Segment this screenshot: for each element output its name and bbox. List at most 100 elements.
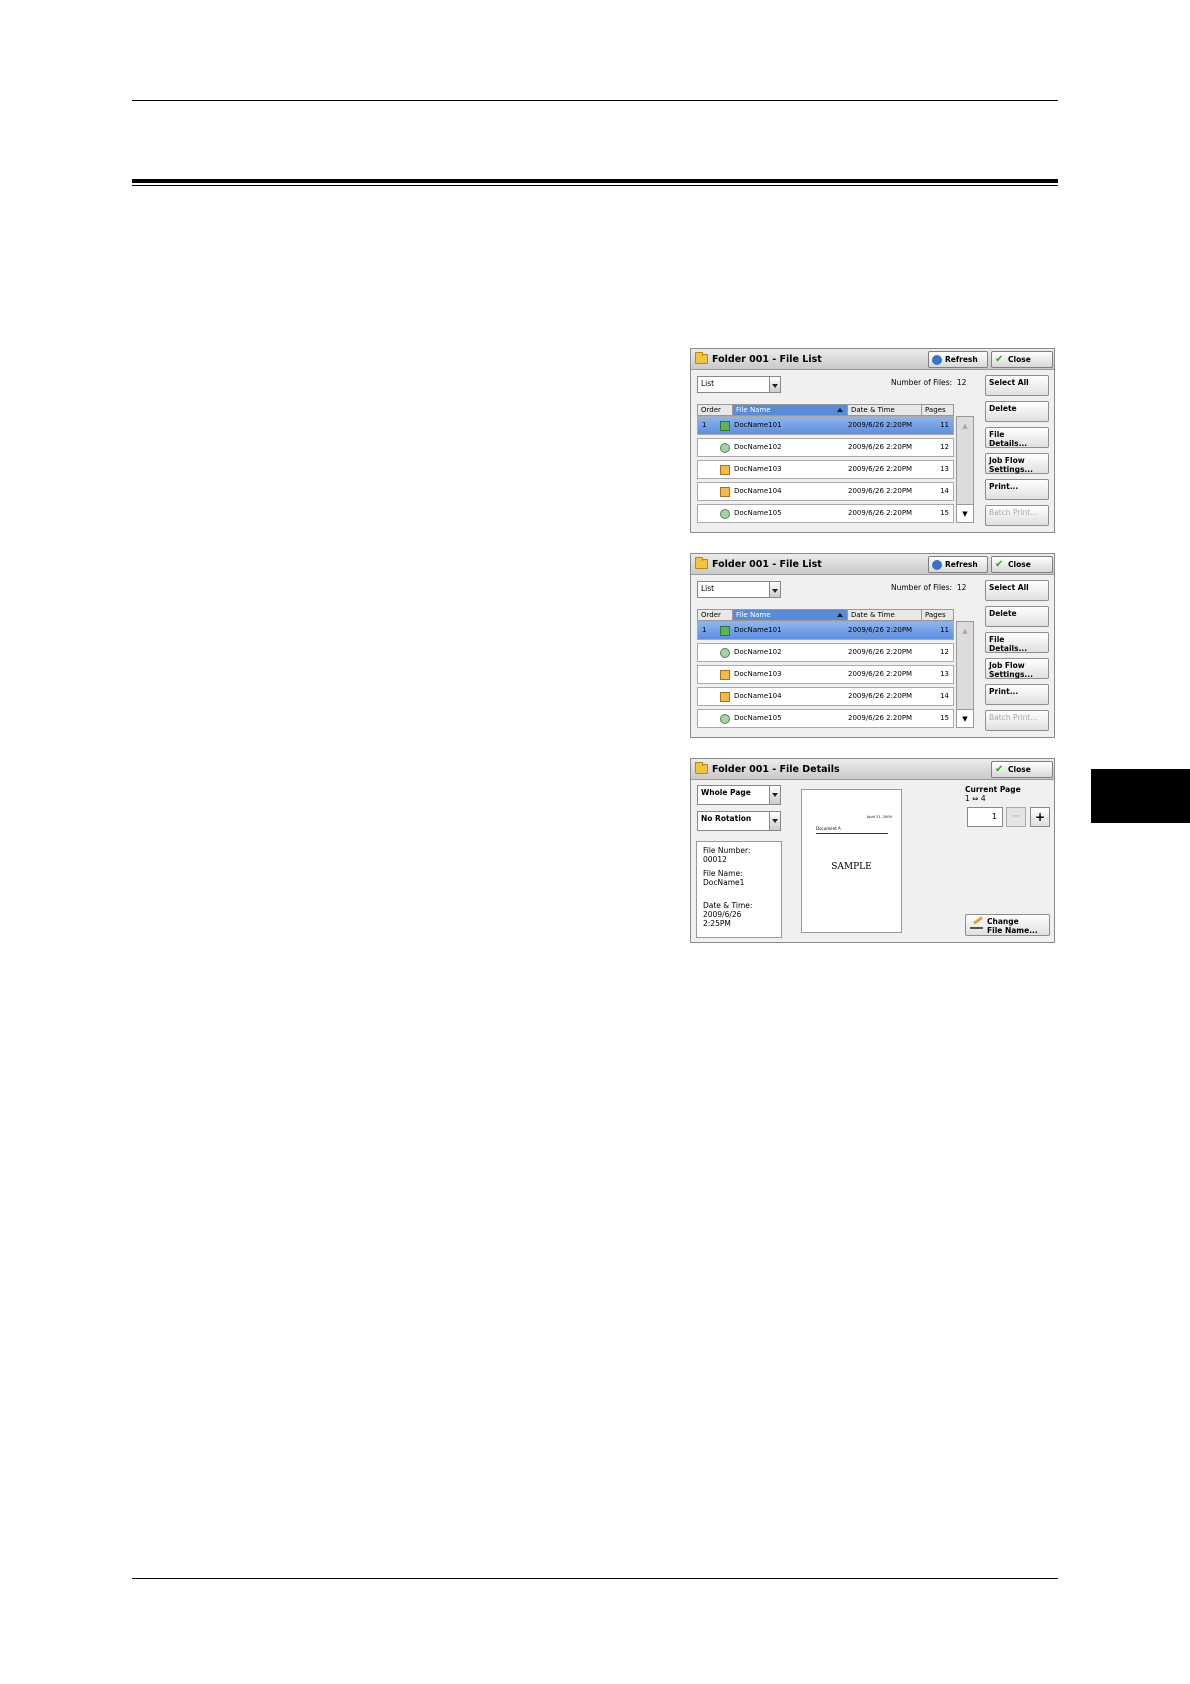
page-preview: April 31, 2009 Document A SAMPLE [801, 789, 902, 933]
chevron-down-icon[interactable] [769, 785, 781, 805]
file-details-button[interactable]: File Details... [985, 632, 1049, 653]
table-row[interactable]: 1 DocName101 2009/6/26 2:20PM 11 [697, 621, 954, 640]
disc-doc-icon [720, 443, 730, 453]
page-range: 1 ⇔ 4 [965, 794, 986, 803]
table-row[interactable]: DocName103 2009/6/26 2:20PM 13 [697, 460, 954, 479]
print-button[interactable]: Print... [985, 479, 1049, 500]
table-row[interactable]: DocName103 2009/6/26 2:20PM 13 [697, 665, 954, 684]
file-details-panel: Folder 001 - File Details ✔ Close Whole P… [690, 758, 1055, 943]
page-decrement-button: − [1006, 807, 1026, 827]
current-page-label: Current Page [965, 785, 1021, 794]
file-number: 00012 [703, 855, 727, 864]
box-doc-icon [720, 692, 730, 702]
date-label: Date & Time: [703, 901, 753, 910]
file-name-label: File Name: [703, 869, 743, 878]
table-row[interactable]: DocName105 2009/6/26 2:20PM 15 [697, 709, 954, 728]
delete-button[interactable]: Delete [985, 606, 1049, 627]
column-order[interactable]: Order [697, 609, 733, 621]
header-rule [132, 100, 1058, 101]
chapter-tab [1091, 769, 1190, 823]
batch-print-button: Batch Print... [985, 710, 1049, 731]
close-button[interactable]: ✔ Close [991, 761, 1053, 778]
preview-date: April 31, 2009 [867, 815, 892, 819]
view-select[interactable]: List [697, 376, 781, 393]
page-view-select[interactable]: Whole Page [697, 785, 781, 805]
column-pages[interactable]: Pages [921, 609, 954, 621]
view-select[interactable]: List [697, 581, 781, 598]
manual-page: Folder 001 - File List Refresh ✔ Close Li… [0, 0, 1190, 1684]
panel-title: Folder 001 - File List [712, 559, 822, 570]
number-of-files: Number of Files: 12 [891, 583, 967, 592]
scrollbar[interactable]: ▲ ▼ [956, 416, 974, 523]
select-all-button[interactable]: Select All [985, 375, 1049, 396]
batch-print-button: Batch Print... [985, 505, 1049, 526]
refresh-button[interactable]: Refresh [928, 556, 988, 573]
page-increment-button[interactable]: + [1030, 807, 1050, 827]
panel-title: Folder 001 - File List [712, 354, 822, 365]
preview-heading: Document A [816, 826, 841, 831]
check-icon: ✔ [995, 764, 1004, 775]
preview-sample-text: SAMPLE [831, 862, 872, 872]
scroll-down-icon[interactable]: ▼ [957, 504, 973, 522]
table-row[interactable]: DocName102 2009/6/26 2:20PM 12 [697, 438, 954, 457]
scroll-down-icon[interactable]: ▼ [957, 709, 973, 727]
column-date-time[interactable]: Date & Time [847, 609, 922, 621]
table-row[interactable]: DocName102 2009/6/26 2:20PM 12 [697, 643, 954, 662]
check-icon: ✔ [995, 354, 1004, 365]
table-row[interactable]: DocName105 2009/6/26 2:20PM 15 [697, 504, 954, 523]
scan-doc-icon [720, 421, 730, 431]
box-doc-icon [720, 670, 730, 680]
refresh-icon [932, 560, 942, 570]
scrollbar[interactable]: ▲ ▼ [956, 621, 974, 728]
job-flow-settings-button[interactable]: Job Flow Settings... [985, 658, 1049, 679]
pencil-icon [970, 921, 983, 929]
change-file-name-button[interactable]: Change File Name... [965, 914, 1050, 936]
file-name: DocName1 [703, 878, 745, 887]
file-details-button[interactable]: File Details... [985, 427, 1049, 448]
panel-title: Folder 001 - File Details [712, 764, 840, 775]
print-button[interactable]: Print... [985, 684, 1049, 705]
table-row[interactable]: DocName104 2009/6/26 2:20PM 14 [697, 687, 954, 706]
chevron-down-icon[interactable] [769, 811, 781, 831]
preview-rule [816, 833, 888, 834]
close-button[interactable]: ✔ Close [991, 556, 1053, 573]
file-time: 2:25PM [703, 919, 731, 928]
chevron-down-icon[interactable] [769, 581, 781, 598]
file-number-label: File Number: [703, 846, 751, 855]
number-of-files: Number of Files: 12 [891, 378, 967, 387]
file-info: File Number: 00012 File Name: DocName1 D… [696, 841, 782, 938]
folder-icon [695, 352, 708, 364]
folder-icon [695, 557, 708, 569]
check-icon: ✔ [995, 559, 1004, 570]
refresh-button[interactable]: Refresh [928, 351, 988, 368]
disc-doc-icon [720, 714, 730, 724]
rotation-select[interactable]: No Rotation [697, 811, 781, 831]
footer-rule [132, 1578, 1058, 1579]
section-rule-thick [132, 179, 1058, 183]
file-date: 2009/6/26 [703, 910, 742, 919]
title-bar: Folder 001 - File Details ✔ Close [691, 759, 1054, 780]
table-row[interactable]: 1 DocName101 2009/6/26 2:20PM 11 [697, 416, 954, 435]
title-bar: Folder 001 - File List Refresh ✔ Close [691, 554, 1054, 575]
scroll-up-icon[interactable]: ▲ [957, 622, 973, 640]
column-file-name[interactable]: File Name [732, 404, 848, 416]
column-file-name[interactable]: File Name [732, 609, 848, 621]
disc-doc-icon [720, 509, 730, 519]
select-all-button[interactable]: Select All [985, 580, 1049, 601]
box-doc-icon [720, 465, 730, 475]
column-pages[interactable]: Pages [921, 404, 954, 416]
file-list-panel-1: Folder 001 - File List Refresh ✔ Close Li… [690, 348, 1055, 533]
scan-doc-icon [720, 626, 730, 636]
chevron-down-icon[interactable] [769, 376, 781, 393]
current-page-input[interactable]: 1 [967, 807, 1003, 827]
column-order[interactable]: Order [697, 404, 733, 416]
close-button[interactable]: ✔ Close [991, 351, 1053, 368]
scroll-up-icon[interactable]: ▲ [957, 417, 973, 435]
title-bar: Folder 001 - File List Refresh ✔ Close [691, 349, 1054, 370]
table-row[interactable]: DocName104 2009/6/26 2:20PM 14 [697, 482, 954, 501]
section-rule-thin [132, 185, 1058, 186]
column-date-time[interactable]: Date & Time [847, 404, 922, 416]
disc-doc-icon [720, 648, 730, 658]
job-flow-settings-button[interactable]: Job Flow Settings... [985, 453, 1049, 474]
delete-button[interactable]: Delete [985, 401, 1049, 422]
